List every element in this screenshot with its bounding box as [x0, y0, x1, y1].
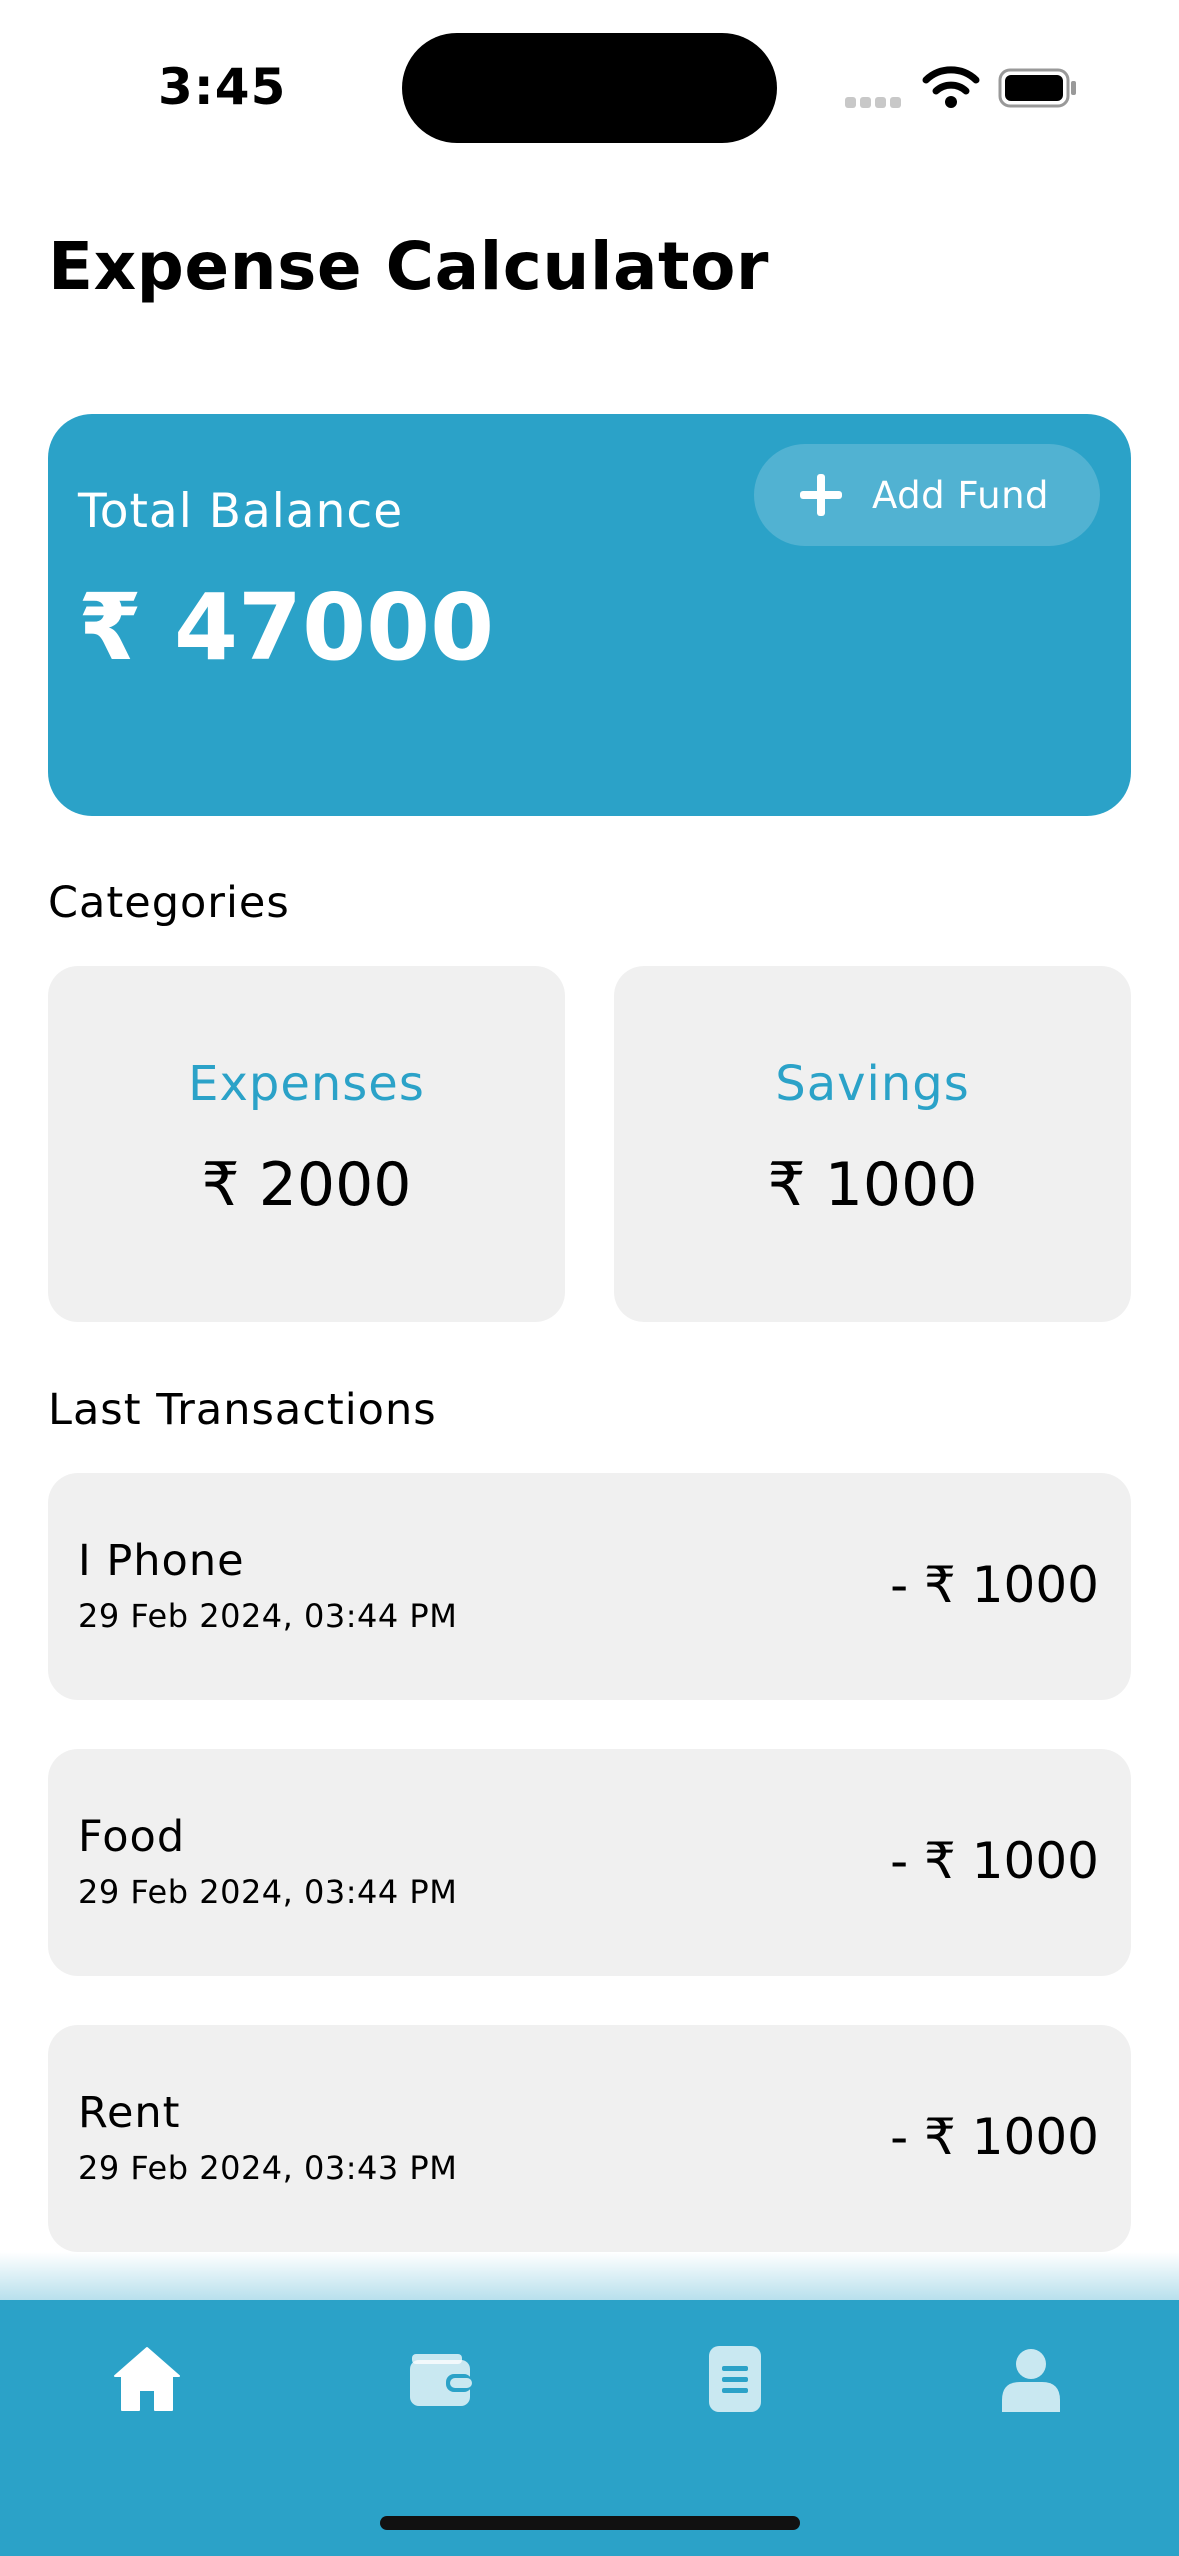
document-icon[interactable]	[700, 2344, 770, 2414]
transactions-heading: Last Transactions	[48, 1385, 437, 1435]
transaction-name: Rent	[78, 2088, 181, 2138]
transaction-name: I Phone	[78, 1536, 245, 1586]
category-card-savings[interactable]	[614, 966, 1131, 1322]
category-card-expenses[interactable]	[48, 966, 565, 1322]
add-fund-button[interactable]: Add Fund	[754, 444, 1100, 546]
battery-icon	[998, 68, 1076, 108]
categories-heading: Categories	[48, 878, 290, 928]
transaction-date: 29 Feb 2024, 03:43 PM	[78, 2149, 458, 2187]
category-name: Expenses	[188, 1056, 425, 1112]
wallet-icon[interactable]	[406, 2344, 476, 2414]
profile-icon[interactable]	[996, 2344, 1066, 2414]
transaction-amount: - ₹ 1000	[890, 2108, 1099, 2166]
transaction-name: Food	[78, 1812, 186, 1862]
page-title: Expense Calculator	[48, 228, 769, 305]
balance-amount: ₹ 47000	[78, 574, 495, 681]
home-icon[interactable]	[112, 2344, 182, 2414]
transaction-amount: - ₹ 1000	[890, 1832, 1099, 1890]
status-time: 3:45	[158, 58, 287, 116]
nav-shadow	[0, 2252, 1179, 2302]
transaction-date: 29 Feb 2024, 03:44 PM	[78, 1873, 458, 1911]
dynamic-island	[402, 33, 777, 143]
category-amount: ₹ 2000	[201, 1150, 412, 1220]
home-indicator	[380, 2516, 800, 2530]
wifi-icon	[922, 66, 980, 108]
cellular-signal-icon	[845, 93, 905, 108]
add-fund-label: Add Fund	[872, 473, 1050, 517]
plus-icon	[800, 474, 842, 516]
transaction-date: 29 Feb 2024, 03:44 PM	[78, 1597, 458, 1635]
category-name: Savings	[775, 1056, 970, 1112]
category-amount: ₹ 1000	[767, 1150, 978, 1220]
transaction-amount: - ₹ 1000	[890, 1556, 1099, 1614]
balance-label: Total Balance	[78, 484, 404, 539]
